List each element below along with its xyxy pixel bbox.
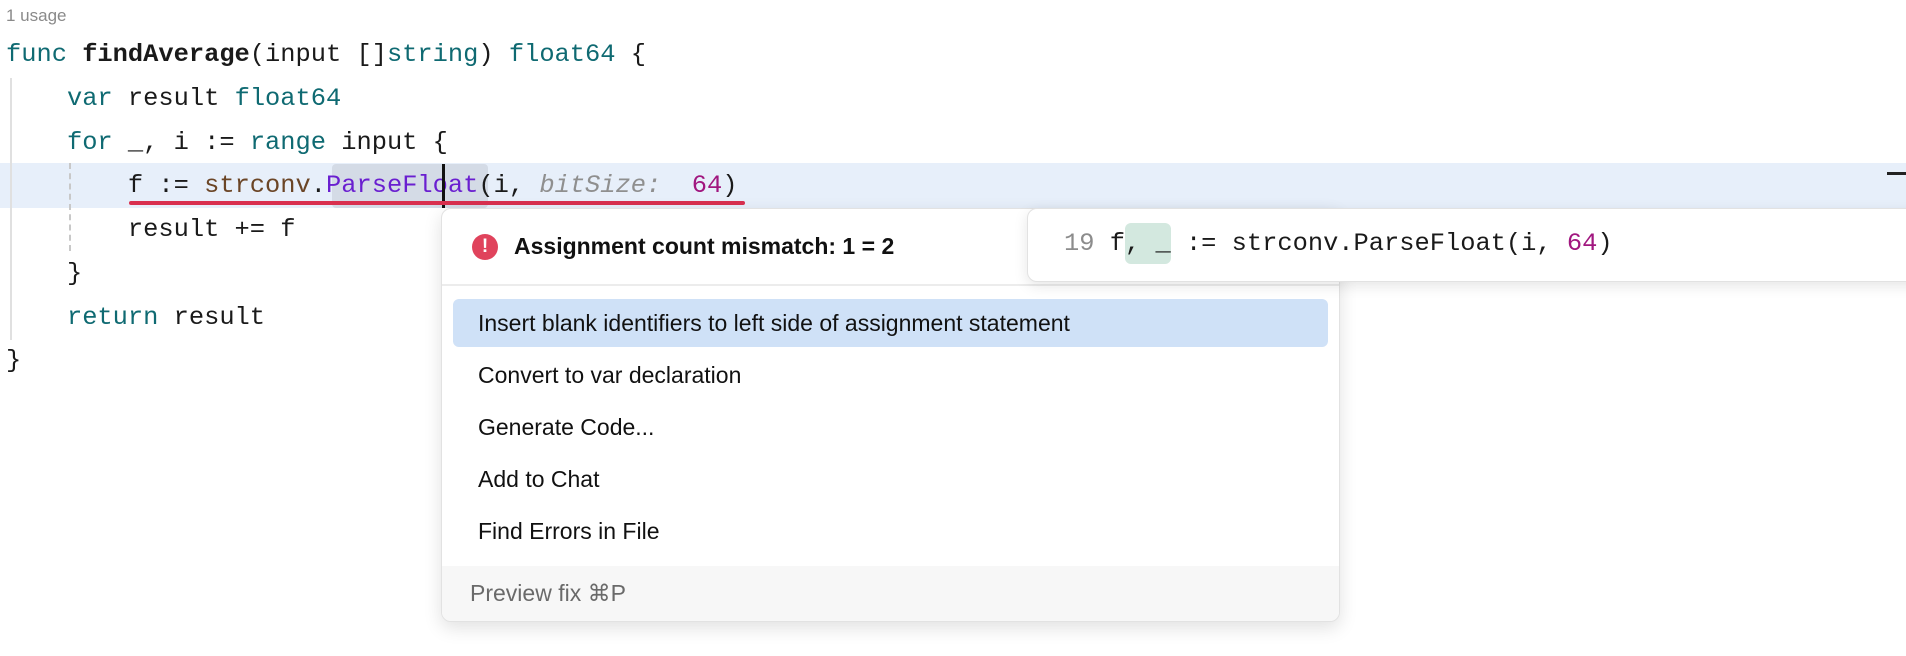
code-token: }: [6, 346, 22, 376]
code-token: result += f: [6, 215, 296, 245]
code-token: result: [158, 302, 266, 332]
quick-fix-item[interactable]: Add to Chat: [453, 455, 1328, 503]
code-token: .: [310, 171, 327, 201]
code-token: (input []: [249, 40, 387, 69]
code-token: result: [112, 83, 235, 113]
code-line[interactable]: }: [6, 339, 21, 383]
preview-inserted-text: , _: [1124, 223, 1171, 264]
code-token: return: [66, 302, 159, 332]
code-line[interactable]: return result: [6, 296, 265, 340]
quick-fix-list: Insert blank identifiers to left side of…: [442, 286, 1339, 555]
code-token: }: [6, 258, 83, 288]
code-token: findAverage: [82, 40, 250, 69]
error-icon: !: [472, 233, 498, 260]
preview-code-before: f: [1109, 229, 1125, 258]
preview-fix-link[interactable]: Preview fix ⌘P: [442, 566, 1339, 621]
code-token: ): [478, 40, 509, 69]
usage-hint[interactable]: 1 usage: [6, 6, 67, 26]
preview-code-after: := strconv.ParseFloat(i,: [1170, 229, 1567, 258]
quick-fix-item[interactable]: Insert blank identifiers to left side of…: [453, 299, 1328, 347]
parameter-hint: bitSize:: [539, 171, 662, 201]
code-line[interactable]: }: [6, 252, 82, 296]
code-token: for: [66, 127, 113, 157]
scrollbar-marker[interactable]: [1887, 172, 1906, 175]
code-token: _, i :=: [112, 127, 250, 157]
code-token: range: [249, 127, 326, 157]
code-token: float64: [508, 40, 616, 69]
quick-fix-item[interactable]: Generate Code...: [453, 403, 1328, 451]
code-token: input {: [326, 127, 448, 157]
code-token: func: [6, 40, 83, 69]
code-token: ParseFloat: [326, 171, 479, 201]
preview-line-number: 19: [1064, 229, 1095, 258]
code-token: string: [386, 40, 479, 69]
quick-fix-item[interactable]: Convert to var declaration: [453, 351, 1328, 399]
code-token: var: [66, 83, 113, 113]
code-token: float64: [234, 83, 342, 113]
error-underline: [129, 201, 745, 205]
fix-preview-popup: 19 f, _ := strconv.ParseFloat(i, 64): [1027, 208, 1906, 282]
error-message: Assignment count mismatch: 1 = 2: [514, 233, 895, 259]
code-token: 64: [691, 171, 723, 201]
code-token: f :=: [6, 171, 205, 201]
code-line[interactable]: for _, i := range input {: [6, 121, 448, 165]
code-token: strconv: [204, 171, 311, 201]
code-line[interactable]: var result float64: [6, 77, 341, 121]
code-token: {: [615, 40, 646, 69]
preview-code-end: ): [1597, 229, 1613, 258]
code-token: ): [722, 171, 738, 201]
code-token: (i,: [478, 171, 540, 201]
quick-fix-item[interactable]: Find Errors in File: [453, 507, 1328, 555]
code-line[interactable]: result += f: [6, 208, 296, 252]
preview-number: 64: [1566, 229, 1598, 258]
code-line[interactable]: func findAverage(input []string) float64…: [6, 33, 646, 77]
